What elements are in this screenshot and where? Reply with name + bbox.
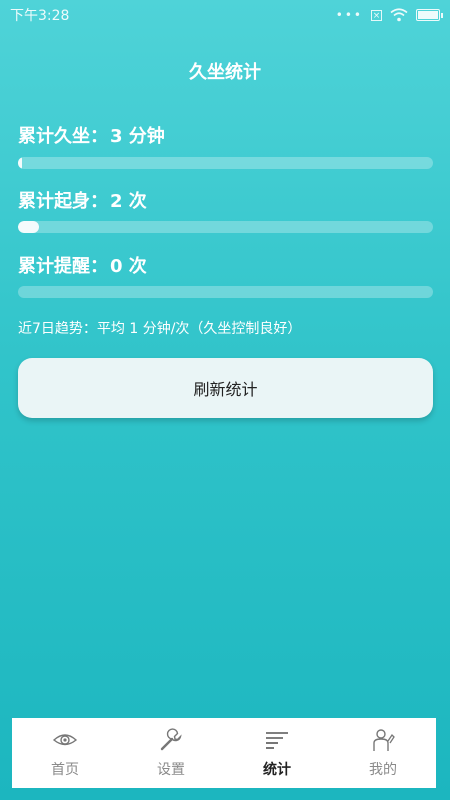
status-bar: 下午3:28 ••• × (0, 0, 450, 30)
refresh-stats-button[interactable]: 刷新统计 (18, 358, 433, 418)
sim-x-icon: × (371, 9, 382, 21)
bottom-tab-bar: 首页 设置 统计 我的 (12, 718, 436, 788)
tab-profile[interactable]: 我的 (330, 718, 436, 788)
trend-summary: 近7日趋势：平均 1 分钟/次（久坐控制良好） (18, 321, 302, 337)
wrench-icon (160, 728, 182, 751)
status-time: 下午3:28 (10, 8, 70, 24)
battery-icon (416, 9, 443, 21)
stat-standup-total: 累计起身： 2 次 (18, 187, 147, 213)
wifi-icon (390, 8, 408, 22)
stat-reminder-total: 累计提醒： 0 次 (18, 252, 147, 278)
person-icon (373, 729, 395, 751)
page-title: 久坐统计 (189, 62, 261, 83)
tab-stats[interactable]: 统计 (224, 718, 330, 788)
standup-progress-fill (18, 221, 39, 233)
stat-reminder-label: 累计提醒： (18, 256, 108, 277)
sitting-progress-bar (18, 157, 433, 169)
tab-settings[interactable]: 设置 (118, 718, 224, 788)
sitting-progress-fill (18, 157, 23, 169)
tab-settings-label: 设置 (157, 762, 185, 778)
stat-sitting-total: 累计久坐： 3 分钟 (18, 122, 165, 148)
stats-lines-icon (266, 732, 288, 749)
tab-stats-label: 统计 (263, 762, 291, 778)
stat-sitting-value: 3 分钟 (110, 126, 165, 147)
tab-home[interactable]: 首页 (12, 718, 118, 788)
stat-sitting-label: 累计久坐： (18, 126, 108, 147)
tab-profile-label: 我的 (369, 762, 397, 778)
status-icons: ••• × (335, 8, 443, 22)
tab-home-label: 首页 (51, 762, 79, 778)
stat-standup-label: 累计起身： (18, 191, 108, 212)
stat-standup-value: 2 次 (110, 191, 147, 212)
eye-icon (52, 734, 78, 746)
reminder-progress-bar (18, 286, 433, 298)
stat-reminder-value: 0 次 (110, 256, 147, 277)
standup-progress-bar (18, 221, 433, 233)
more-dots-icon: ••• (335, 8, 363, 22)
